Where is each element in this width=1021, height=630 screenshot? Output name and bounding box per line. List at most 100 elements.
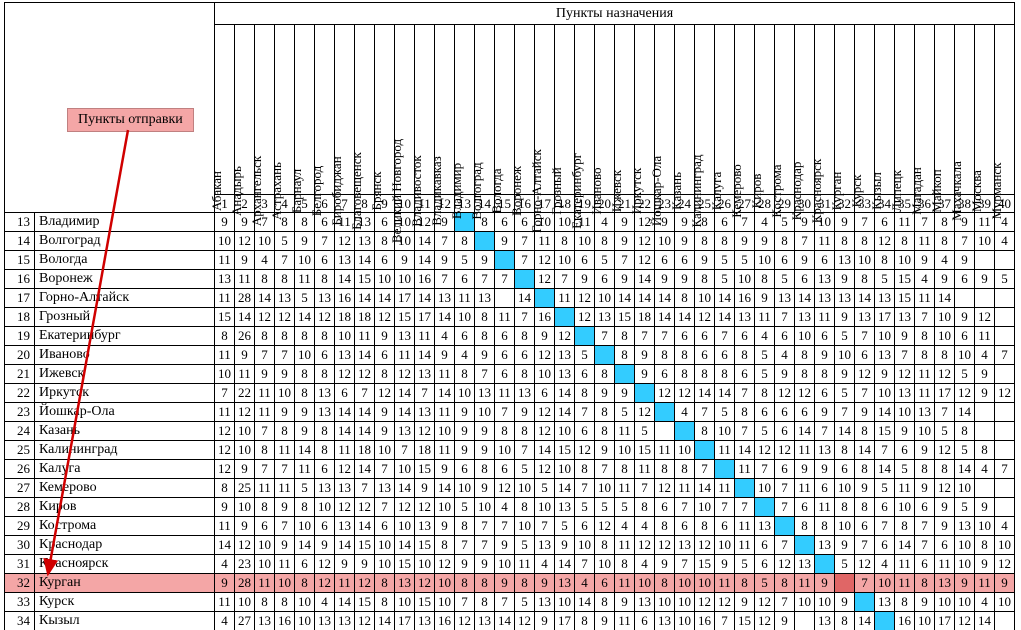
cell: 14	[335, 593, 355, 612]
cell: 14	[335, 536, 355, 555]
cell: 13	[955, 517, 975, 536]
cell: 14	[295, 441, 315, 460]
cell: 14	[375, 612, 395, 630]
cell: 10	[295, 593, 315, 612]
main-header: Пункты назначения	[215, 3, 1015, 25]
cell: 9	[235, 517, 255, 536]
row-number: 31	[5, 555, 35, 574]
cell: 4	[455, 346, 475, 365]
cell: 12	[575, 289, 595, 308]
cell: 10	[855, 251, 875, 270]
cell	[595, 346, 615, 365]
cell: 13	[735, 308, 755, 327]
cell: 8	[855, 232, 875, 251]
cell: 8	[915, 460, 935, 479]
cell: 4	[315, 593, 335, 612]
cell: 10	[835, 346, 855, 365]
cell: 10	[475, 403, 495, 422]
cell: 9	[535, 612, 555, 630]
cell: 4	[255, 251, 275, 270]
cell: 6	[755, 403, 775, 422]
cell: 16	[535, 308, 555, 327]
cell: 7	[915, 213, 935, 232]
cell: 10	[295, 346, 315, 365]
cell	[835, 574, 855, 593]
cell: 10	[655, 232, 675, 251]
cell: 11	[975, 327, 995, 346]
cell: 8	[815, 365, 835, 384]
cell: 11	[235, 365, 255, 384]
cell: 14	[355, 460, 375, 479]
row-number: 33	[5, 593, 35, 612]
cell: 14	[695, 479, 715, 498]
cell: 14	[335, 270, 355, 289]
row-label: Воронеж	[35, 270, 215, 289]
cell: 10	[515, 517, 535, 536]
cell: 6	[575, 517, 595, 536]
cell: 12	[215, 441, 235, 460]
cell: 13	[835, 289, 855, 308]
cell: 6	[875, 498, 895, 517]
cell: 14	[655, 289, 675, 308]
cell: 10	[675, 441, 695, 460]
cell: 16	[895, 612, 915, 630]
cell: 10	[395, 460, 415, 479]
cell: 13	[755, 517, 775, 536]
cell: 9	[775, 365, 795, 384]
cell: 10	[955, 536, 975, 555]
cell: 11	[735, 460, 755, 479]
cell: 12	[355, 365, 375, 384]
cell: 5	[755, 574, 775, 593]
cell: 9	[275, 536, 295, 555]
cell: 11	[915, 365, 935, 384]
cell: 12	[235, 536, 255, 555]
cell: 15	[895, 289, 915, 308]
cell: 6	[675, 251, 695, 270]
cell: 10	[375, 270, 395, 289]
col-header: Курган	[835, 25, 855, 195]
cell: 9	[575, 270, 595, 289]
cell: 15	[635, 441, 655, 460]
cell	[695, 441, 715, 460]
cell: 9	[275, 403, 295, 422]
cell: 10	[435, 422, 455, 441]
cell: 6	[735, 365, 755, 384]
cell: 12	[695, 536, 715, 555]
cell: 10	[695, 498, 715, 517]
cell: 10	[815, 593, 835, 612]
cell: 11	[635, 460, 655, 479]
cell: 11	[495, 308, 515, 327]
cell: 10	[255, 232, 275, 251]
row-label: Курск	[35, 593, 215, 612]
cell: 18	[335, 308, 355, 327]
cell: 14	[575, 593, 595, 612]
cell: 4	[975, 460, 995, 479]
cell: 9	[815, 460, 835, 479]
cell: 10	[295, 612, 315, 630]
cell: 8	[815, 517, 835, 536]
row-number: 23	[5, 403, 35, 422]
cell: 28	[235, 289, 255, 308]
cell: 17	[395, 612, 415, 630]
cell: 8	[595, 403, 615, 422]
cell: 6	[495, 460, 515, 479]
cell	[655, 403, 675, 422]
cell: 12	[555, 327, 575, 346]
cell: 6	[315, 460, 335, 479]
cell: 11	[395, 346, 415, 365]
cell: 7	[475, 517, 495, 536]
cell: 9	[335, 555, 355, 574]
cell: 8	[475, 574, 495, 593]
cell: 9	[395, 251, 415, 270]
cell: 18	[355, 308, 375, 327]
cell: 7	[595, 460, 615, 479]
cell: 10	[455, 479, 475, 498]
cell: 14	[355, 251, 375, 270]
cell: 12	[655, 536, 675, 555]
cell: 9	[895, 422, 915, 441]
cell: 10	[555, 593, 575, 612]
cell: 11	[735, 517, 755, 536]
row-number: 24	[5, 422, 35, 441]
cell: 9	[435, 460, 455, 479]
cell: 13	[355, 232, 375, 251]
